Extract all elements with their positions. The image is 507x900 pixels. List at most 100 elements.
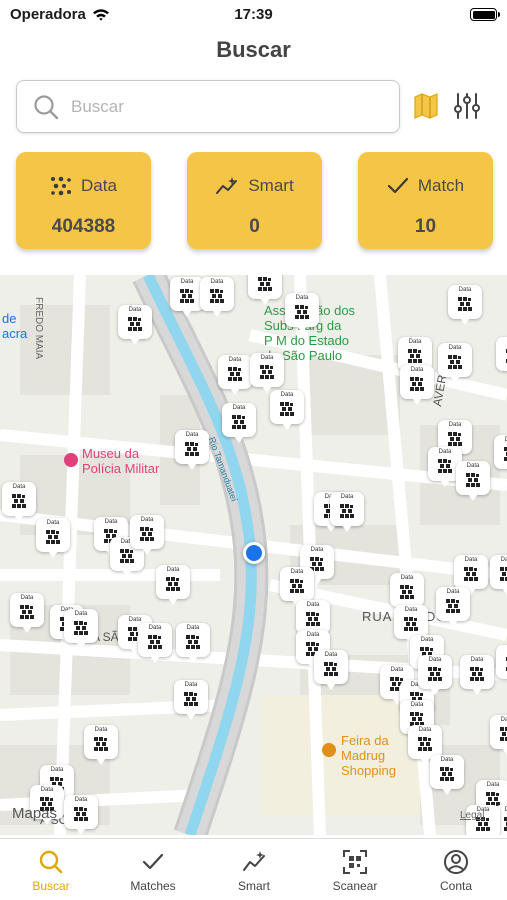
data-marker[interactable]: Data [490, 715, 507, 755]
marker-label: Data [446, 589, 460, 595]
data-marker[interactable]: Data [390, 573, 424, 613]
data-marker[interactable]: Data [494, 435, 507, 475]
data-marker[interactable]: Data [248, 275, 282, 305]
data-marker[interactable]: Data [456, 461, 490, 501]
data-marker[interactable]: Data [285, 293, 319, 333]
data-marker[interactable]: Data [490, 555, 507, 595]
marker-label: Data [228, 357, 242, 363]
data-marker[interactable]: Data [408, 725, 442, 765]
match-card[interactable]: Match 10 [358, 152, 493, 249]
marker-label: Data [504, 437, 507, 443]
marker-label: Data [408, 339, 422, 345]
dots-icon [186, 635, 200, 649]
data-marker[interactable]: Data [296, 600, 330, 640]
data-marker[interactable]: Data [64, 795, 98, 835]
marker-label: Data [466, 463, 480, 469]
tab-label: Matches [130, 879, 176, 893]
shopping-poi-icon [322, 743, 336, 757]
dots-icon [500, 727, 507, 741]
data-marker[interactable]: Data [314, 650, 348, 690]
place-label: de acra [2, 311, 28, 341]
page-title: Buscar [216, 37, 291, 62]
checkmark-icon [142, 853, 164, 870]
data-marker[interactable]: Data [218, 355, 252, 395]
data-marker[interactable]: Data [138, 623, 172, 663]
current-location-dot[interactable] [243, 542, 265, 564]
data-marker[interactable]: Data [438, 343, 472, 383]
marker-label: Data [140, 517, 154, 523]
smart-card[interactable]: Smart 0 [187, 152, 322, 249]
data-marker[interactable]: Data [130, 515, 164, 555]
marker-label: Data [428, 657, 442, 663]
dots-icon [400, 585, 414, 599]
data-marker[interactable]: Data [250, 353, 284, 393]
tab-buscar[interactable]: Buscar [1, 849, 101, 893]
tab-matches[interactable]: Matches [103, 849, 203, 893]
marker-label: Data [400, 575, 414, 581]
data-marker[interactable]: Data [176, 623, 210, 663]
marker-label: Data [186, 625, 200, 631]
data-marker[interactable]: Data [118, 305, 152, 345]
dots-icon [500, 567, 507, 581]
data-marker[interactable]: Data [400, 365, 434, 405]
marker-label: Data [74, 611, 88, 617]
data-marker[interactable]: Data [270, 390, 304, 430]
search-input[interactable] [71, 96, 351, 117]
search-icon [39, 850, 63, 874]
data-marker[interactable]: Data [64, 609, 98, 649]
data-marker[interactable]: Data [2, 482, 36, 522]
tab-bar: Buscar Matches Smart Scanear Conta [0, 838, 507, 900]
data-marker[interactable]: Data [200, 277, 234, 317]
dots-icon [180, 289, 194, 303]
data-marker[interactable]: Data [460, 655, 494, 695]
marker-label: Data [306, 602, 320, 608]
tab-label: Buscar [32, 879, 70, 893]
dots-icon [438, 459, 452, 473]
search-field[interactable] [16, 80, 400, 133]
data-card[interactable]: Data 404388 [16, 152, 151, 249]
card-label: Data [81, 176, 117, 195]
dots-icon [410, 377, 424, 391]
maps-attribution[interactable]: Mapas [12, 805, 57, 822]
marker-label: Data [500, 557, 507, 563]
filter-sliders-icon[interactable] [452, 91, 482, 121]
map-view[interactable]: FREDO MAIA de acra Associação dos Subs L… [0, 275, 507, 835]
marker-label: Data [306, 632, 320, 638]
data-marker[interactable]: Data [222, 403, 256, 443]
card-value: 10 [414, 216, 437, 237]
data-marker[interactable]: Data [36, 518, 70, 558]
tab-scanear[interactable]: Scanear [305, 849, 405, 893]
marker-label: Data [496, 647, 507, 653]
data-marker[interactable]: Data [330, 492, 364, 532]
card-label: Smart [248, 176, 294, 195]
legal-link[interactable]: Legal [460, 810, 484, 821]
data-marker[interactable]: Data [430, 755, 464, 795]
dots-icon [486, 792, 500, 806]
marker-label: Data [420, 637, 434, 643]
data-marker[interactable]: Data [84, 725, 118, 765]
marker-label: Data [185, 432, 199, 438]
data-marker[interactable]: Data [496, 337, 507, 371]
data-marker[interactable]: Data [436, 587, 470, 627]
data-marker[interactable]: Data [170, 277, 204, 317]
data-marker[interactable]: Data [496, 645, 507, 679]
data-marker[interactable]: Data [10, 593, 44, 633]
data-marker[interactable]: Data [418, 655, 452, 695]
data-marker[interactable]: Data [280, 567, 314, 607]
tab-smart[interactable]: Smart [204, 849, 304, 893]
data-marker[interactable]: Data [454, 555, 488, 595]
map-icon[interactable] [411, 91, 441, 121]
tab-label: Conta [439, 879, 473, 893]
dots-icon [166, 577, 180, 591]
data-marker[interactable]: Data [175, 430, 209, 470]
tab-label: Scanear [332, 879, 378, 893]
marker-label: Data [94, 727, 108, 733]
data-marker[interactable]: Data [156, 565, 190, 605]
tab-conta[interactable]: Conta [406, 849, 506, 893]
data-marker[interactable]: Data [394, 605, 428, 645]
data-marker[interactable]: Data [174, 680, 208, 720]
data-marker[interactable]: Data [448, 285, 482, 325]
marker-label: Data [50, 767, 64, 773]
dots-icon [140, 527, 154, 541]
marker-label: Data [410, 367, 424, 373]
